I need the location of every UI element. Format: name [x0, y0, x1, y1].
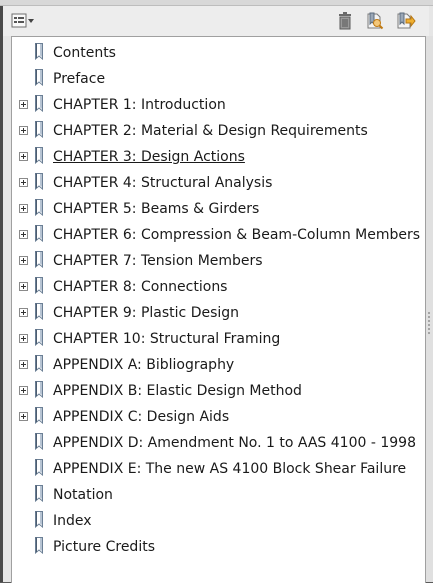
expand-toggle-icon[interactable]: [19, 282, 28, 291]
bookmark-label: CHAPTER 3: Design Actions: [53, 149, 245, 165]
bookmark-icon: [35, 225, 43, 242]
bookmark-label: CHAPTER 10: Structural Framing: [53, 331, 281, 347]
expand-bookmark-button[interactable]: [395, 11, 417, 31]
bookmark-item-17[interactable]: APPENDIX E: The new AS 4100 Block Shear …: [12, 457, 425, 483]
resize-grip[interactable]: [428, 312, 430, 334]
bookmark-label: CHAPTER 5: Beams & Girders: [53, 201, 260, 217]
bookmark-icon: [35, 69, 43, 86]
bookmark-icon: [35, 459, 43, 476]
bookmarks-toolbar: [3, 6, 429, 36]
bookmark-item-20[interactable]: Picture Credits: [12, 535, 425, 561]
bookmark-icon: [35, 277, 43, 294]
bookmark-icon: [35, 251, 43, 268]
bookmark-icon: [35, 95, 43, 112]
window-left-edge: [0, 0, 3, 582]
find-bookmark-icon: [367, 12, 384, 30]
find-bookmark-button[interactable]: [365, 11, 385, 31]
bookmark-label: APPENDIX E: The new AS 4100 Block Shear …: [53, 461, 407, 477]
trash-icon: [339, 12, 351, 30]
bookmark-icon: [35, 485, 43, 502]
bookmark-item-12[interactable]: CHAPTER 10: Structural Framing: [12, 327, 425, 353]
expand-toggle-icon[interactable]: [19, 204, 28, 213]
expand-toggle-icon[interactable]: [19, 256, 28, 265]
expand-toggle-icon[interactable]: [19, 230, 28, 239]
expand-toggle-icon[interactable]: [19, 178, 28, 187]
bookmark-item-14[interactable]: APPENDIX B: Elastic Design Method: [12, 379, 425, 405]
bookmark-icon: [35, 147, 43, 164]
bookmark-item-1[interactable]: Contents: [12, 41, 425, 67]
bookmark-label: CHAPTER 4: Structural Analysis: [53, 175, 273, 191]
bookmark-label: CHAPTER 8: Connections: [53, 279, 228, 295]
bookmark-icon: [35, 381, 43, 398]
bookmark-item-16[interactable]: APPENDIX D: Amendment No. 1 to AAS 4100 …: [12, 431, 425, 457]
bookmark-icon: [35, 303, 43, 320]
bookmarks-tree-panel[interactable]: Contents Preface CHAPTER 1: Introduction…: [11, 36, 426, 583]
bookmark-label: APPENDIX C: Design Aids: [53, 409, 230, 425]
bookmark-label: CHAPTER 6: Compression & Beam-Column Mem…: [53, 227, 421, 243]
bookmark-label: Contents: [53, 45, 116, 61]
bookmark-item-6[interactable]: CHAPTER 4: Structural Analysis: [12, 171, 425, 197]
bookmark-item-3[interactable]: CHAPTER 1: Introduction: [12, 93, 425, 119]
bookmark-item-2[interactable]: Preface: [12, 67, 425, 93]
bookmark-label: Picture Credits: [53, 539, 155, 555]
bookmark-item-10[interactable]: CHAPTER 8: Connections: [12, 275, 425, 301]
bookmark-item-7[interactable]: CHAPTER 5: Beams & Girders: [12, 197, 425, 223]
bookmark-label: Index: [53, 513, 92, 529]
bookmark-item-8[interactable]: CHAPTER 6: Compression & Beam-Column Mem…: [12, 223, 425, 249]
expand-toggle-icon[interactable]: [19, 100, 28, 109]
bookmark-icon: [35, 121, 43, 138]
bookmark-label: APPENDIX D: Amendment No. 1 to AAS 4100 …: [53, 435, 416, 451]
bookmark-label: CHAPTER 9: Plastic Design: [53, 305, 240, 321]
bookmark-icon: [35, 173, 43, 190]
panel-resize-strip: [426, 36, 433, 582]
bookmark-label: CHAPTER 7: Tension Members: [53, 253, 263, 269]
bookmarks-panel-frame: Contents Preface CHAPTER 1: Introduction…: [0, 0, 433, 583]
bookmark-item-5[interactable]: CHAPTER 3: Design Actions: [12, 145, 425, 171]
bookmark-icon: [35, 329, 43, 346]
bookmark-icon: [35, 511, 43, 528]
expand-toggle-icon[interactable]: [19, 412, 28, 421]
bookmark-icon: [35, 355, 43, 372]
bookmark-item-4[interactable]: CHAPTER 2: Material & Design Requirement…: [12, 119, 425, 145]
expand-toggle-icon[interactable]: [19, 360, 28, 369]
bookmark-label: APPENDIX A: Bibliography: [53, 357, 235, 373]
bookmarks-tree: Contents Preface CHAPTER 1: Introduction…: [12, 41, 425, 561]
bookmark-item-11[interactable]: CHAPTER 9: Plastic Design: [12, 301, 425, 327]
expand-toggle-icon[interactable]: [19, 152, 28, 161]
expand-toggle-icon[interactable]: [19, 126, 28, 135]
bookmark-icon: [35, 407, 43, 424]
bookmark-item-19[interactable]: Index: [12, 509, 425, 535]
expand-toggle-icon[interactable]: [19, 386, 28, 395]
options-menu-icon: [11, 13, 34, 28]
bookmark-label: CHAPTER 1: Introduction: [53, 97, 226, 113]
bookmark-icon: [35, 537, 43, 554]
bookmark-label: CHAPTER 2: Material & Design Requirement…: [53, 123, 368, 139]
bookmark-label: Notation: [53, 487, 113, 503]
expand-bookmark-icon: [397, 12, 416, 29]
expand-toggle-icon[interactable]: [19, 308, 28, 317]
bookmark-item-15[interactable]: APPENDIX C: Design Aids: [12, 405, 425, 431]
delete-bookmark-button[interactable]: [335, 11, 355, 31]
bookmark-icon: [35, 433, 43, 450]
expand-toggle-icon[interactable]: [19, 334, 28, 343]
options-menu-button[interactable]: [10, 11, 36, 31]
bookmark-label: APPENDIX B: Elastic Design Method: [53, 383, 302, 399]
bookmark-icon: [35, 43, 43, 60]
bookmark-item-9[interactable]: CHAPTER 7: Tension Members: [12, 249, 425, 275]
bookmark-label: Preface: [53, 71, 106, 87]
bookmark-icon: [35, 199, 43, 216]
bookmark-item-13[interactable]: APPENDIX A: Bibliography: [12, 353, 425, 379]
bookmark-item-18[interactable]: Notation: [12, 483, 425, 509]
